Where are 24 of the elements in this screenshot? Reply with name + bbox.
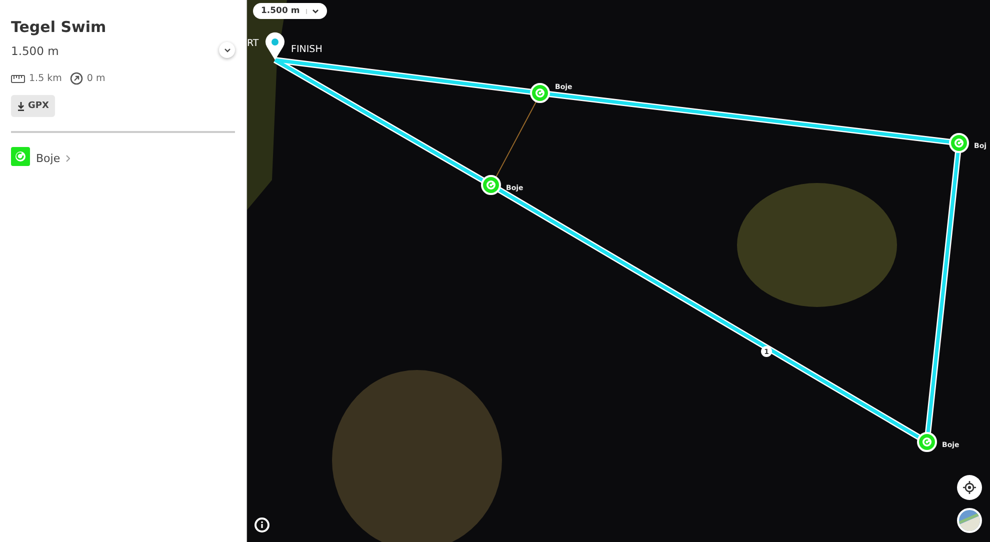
download-gpx-button[interactable]: GPX xyxy=(11,95,55,117)
finish-label: FINISH xyxy=(291,44,322,55)
arrow-circle-icon xyxy=(70,72,83,85)
start-label: RT xyxy=(247,38,259,49)
refresh-icon xyxy=(486,180,496,190)
scale-dropdown[interactable]: 1.500 m xyxy=(253,3,327,19)
ruler-icon xyxy=(11,74,25,82)
refresh-icon xyxy=(954,138,964,148)
stat-value: 1.5 km xyxy=(29,73,62,84)
download-icon xyxy=(17,102,25,110)
chevron-right-icon xyxy=(66,154,70,162)
map-pin-icon[interactable] xyxy=(265,30,285,60)
route-title: Tegel Swim xyxy=(11,18,108,36)
info-icon[interactable] xyxy=(254,517,270,533)
route-distance: 1.500 m xyxy=(11,44,59,58)
waypoint-link[interactable]: Boje xyxy=(36,152,60,164)
refresh-icon xyxy=(535,88,545,98)
crosshair-icon xyxy=(963,481,976,494)
expand-button[interactable] xyxy=(219,42,235,58)
stat-value: 0 m xyxy=(86,73,106,84)
refresh-icon xyxy=(922,437,932,447)
caret-icon xyxy=(312,8,319,14)
chevron-down-icon xyxy=(224,48,230,52)
buoy-icon xyxy=(11,147,30,166)
